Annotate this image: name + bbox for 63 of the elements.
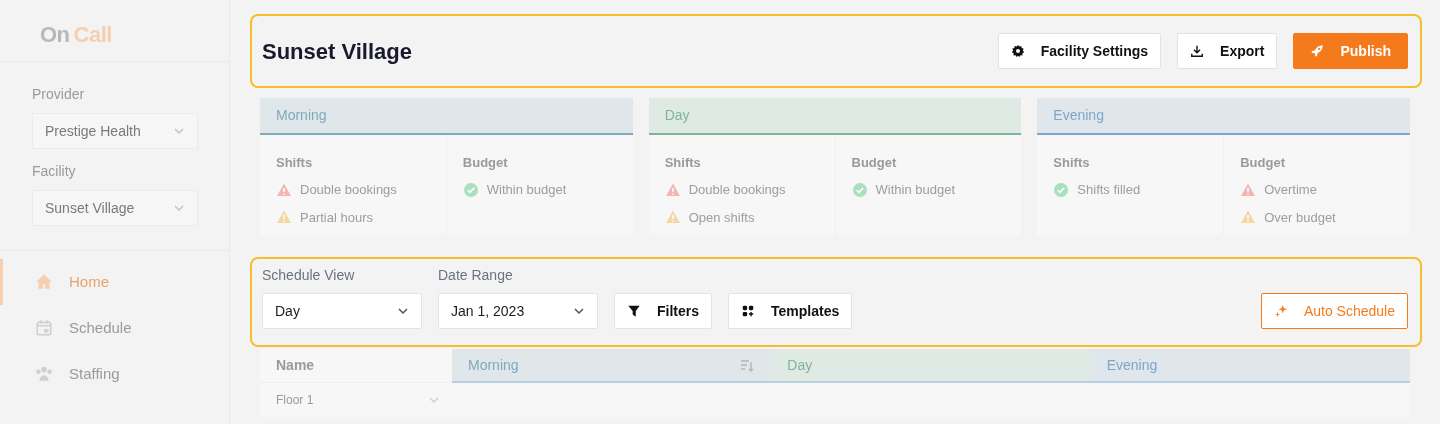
column-header: Day — [771, 349, 1091, 383]
chevron-down-icon[interactable] — [428, 394, 440, 406]
chevron-down-icon — [173, 202, 185, 214]
sparkle-icon — [1273, 304, 1288, 318]
field-label: Date Range — [438, 266, 514, 285]
warning-icon — [1240, 209, 1257, 226]
logo: On Call — [40, 22, 112, 47]
shift-card-header: Evening — [1037, 98, 1410, 135]
field-label: Facility — [32, 162, 77, 181]
home-icon — [35, 273, 53, 291]
status-text: Double bookings — [688, 181, 786, 199]
status-text: Over budget — [1264, 208, 1336, 227]
select-field[interactable]: Jan 1, 2023 — [438, 293, 598, 329]
calendar-icon — [35, 319, 53, 337]
status-text: Overtime — [1264, 181, 1317, 199]
download-icon — [1190, 44, 1205, 58]
shift-card-header: Morning — [260, 98, 633, 135]
settings-button[interactable]: Facility Settings — [997, 33, 1162, 69]
auto-schedule-button[interactable]: Auto Schedule — [1260, 293, 1408, 329]
chevron-down-icon — [573, 305, 585, 317]
status-text: Shifts filled — [1077, 181, 1141, 199]
section-label: Shifts — [276, 153, 314, 172]
templates-button[interactable]: Templates — [728, 293, 853, 329]
nav-item[interactable]: Schedule — [0, 305, 229, 351]
shift-card-header: Day — [648, 98, 1022, 135]
field-label: Provider — [32, 85, 86, 104]
check-circle-icon — [462, 181, 479, 198]
chevron-down-icon — [173, 125, 185, 137]
row-name: Floor 1 — [276, 392, 314, 409]
column-header: Morning — [452, 349, 772, 383]
column-header: Evening — [1090, 349, 1410, 383]
warning-icon — [276, 209, 292, 226]
chevron-down-icon — [397, 305, 409, 317]
section-label: Shifts — [664, 153, 702, 172]
export-button[interactable]: Export — [1177, 33, 1278, 69]
status-text: Within budget — [875, 181, 955, 199]
check-circle-icon — [851, 181, 868, 198]
people-icon — [35, 365, 53, 383]
error-icon — [1240, 181, 1257, 198]
field-label: Schedule View — [262, 266, 356, 285]
select-field[interactable]: Sunset Village — [32, 190, 198, 226]
filter-button[interactable]: Filters — [614, 293, 712, 329]
section-label: Budget — [1240, 153, 1286, 172]
error-icon — [276, 181, 292, 198]
funnel-icon — [627, 304, 641, 318]
select-field[interactable]: Prestige Health — [32, 113, 198, 149]
check-circle-icon — [1053, 181, 1070, 198]
status-text: Within budget — [486, 181, 567, 199]
status-text: Partial hours — [300, 208, 373, 227]
warning-icon — [664, 209, 681, 226]
section-label: Shifts — [1053, 153, 1091, 172]
settings-icon — [1010, 44, 1025, 58]
section-label: Budget — [851, 153, 898, 172]
section-label: Budget — [462, 153, 509, 172]
page-title: Sunset Village — [262, 37, 412, 66]
rocket-icon — [1310, 44, 1325, 58]
grid-plus-icon — [741, 304, 755, 318]
error-icon — [664, 181, 681, 198]
status-text: Open shifts — [688, 208, 755, 227]
select-field[interactable]: Day — [262, 293, 422, 329]
nav-item[interactable]: Staffing — [0, 351, 229, 397]
publish-button[interactable]: Publish — [1293, 33, 1408, 69]
status-text: Double bookings — [300, 181, 397, 199]
